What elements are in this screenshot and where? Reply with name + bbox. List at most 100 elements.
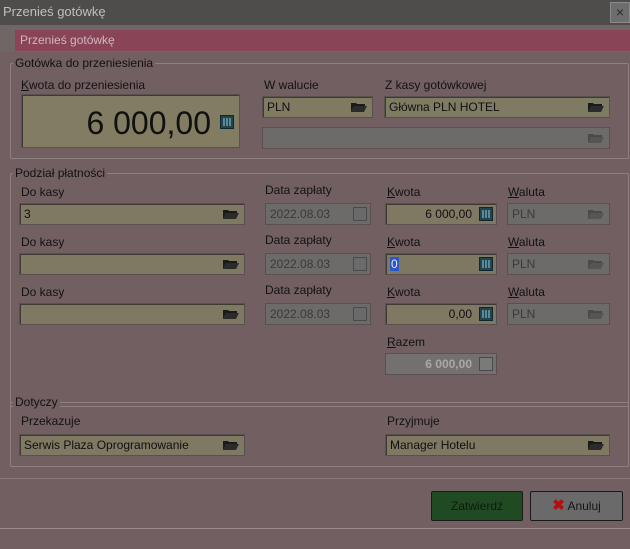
currency-label: W walucie xyxy=(264,78,319,92)
total-value: 6 000,00 xyxy=(425,357,472,371)
cancel-button[interactable]: ✖ Anuluj xyxy=(530,491,623,521)
close-icon: × xyxy=(615,4,625,20)
row3-waluta-hotkey: W xyxy=(508,285,519,299)
amount-field[interactable]: 6 000,00 xyxy=(21,94,240,148)
row2-waluta-label: Waluta xyxy=(508,235,545,249)
row3-waluta-field: PLN xyxy=(507,303,610,325)
row2-kwota-label: Kwota xyxy=(387,235,420,249)
row2-kasa-field[interactable] xyxy=(19,253,245,275)
row2-date-field: 2022.08.03 xyxy=(265,253,371,275)
row1-kasa-field[interactable]: 3 xyxy=(19,203,245,225)
row1-kwota-label: Kwota xyxy=(387,185,420,199)
row2-kasa-label: Do kasy xyxy=(21,235,65,249)
row1-waluta-hotkey: W xyxy=(508,185,519,199)
row1-date-label: Data zapłaty xyxy=(265,183,332,197)
window-title: Przenieś gotówkę xyxy=(3,4,106,19)
total-label-hotkey: R xyxy=(387,335,396,349)
folder-disabled-icon xyxy=(588,210,604,219)
folder-open-icon[interactable] xyxy=(223,259,239,269)
row3-kasa-label: Do kasy xyxy=(21,285,65,299)
from-field[interactable]: Serwis Plaza Oprogramowanie xyxy=(19,434,245,456)
footer-separator xyxy=(0,478,630,479)
amount-value: 6 000,00 xyxy=(86,105,211,141)
header-title: Przenieś gotówkę xyxy=(20,33,115,47)
row3-date-field: 2022.08.03 xyxy=(265,303,371,325)
row1-kwota-value: 6 000,00 xyxy=(425,207,472,221)
total-label-rest: azem xyxy=(395,335,426,349)
folder-disabled-icon xyxy=(588,310,604,319)
confirm-button[interactable]: Zatwierdź xyxy=(431,491,523,521)
row2-date-label: Data zapłaty xyxy=(265,233,332,247)
row1-waluta-field: PLN xyxy=(507,203,610,225)
window-titlebar: Przenieś gotówkę × xyxy=(0,0,630,25)
row2-kwota-hotkey: K xyxy=(387,235,396,249)
row3-waluta-label: Waluta xyxy=(508,285,545,299)
calculator-disabled-icon xyxy=(479,357,493,371)
row1-kwota-hotkey: K xyxy=(387,185,396,199)
calculator-icon[interactable] xyxy=(220,115,234,129)
cash-detail-field xyxy=(262,127,610,149)
row2-kwota-rest: wota xyxy=(395,235,421,249)
row2-waluta-value: PLN xyxy=(512,257,536,271)
calendar-icon xyxy=(353,207,367,221)
row1-date-field: 2022.08.03 xyxy=(265,203,371,225)
row3-date-label: Data zapłaty xyxy=(265,283,332,297)
from-label: Przekazuje xyxy=(21,414,81,428)
row2-kwota-field[interactable]: 0 xyxy=(385,253,497,275)
calculator-icon[interactable] xyxy=(479,207,493,221)
folder-open-icon[interactable] xyxy=(223,209,239,219)
row1-waluta-rest: aluta xyxy=(518,185,545,199)
confirm-label: Zatwierdź xyxy=(450,499,503,513)
folder-open-icon[interactable] xyxy=(588,440,604,450)
cancel-icon: ✖ xyxy=(552,497,565,514)
amount-label-hotkey: K xyxy=(21,78,30,92)
amount-label: Kwota do przeniesienia xyxy=(21,78,145,92)
row1-date-value: 2022.08.03 xyxy=(270,207,331,221)
concerns-legend: Dotyczy xyxy=(13,395,60,409)
row3-kwota-label: Kwota xyxy=(387,285,420,299)
header-bar: Przenieś gotówkę xyxy=(15,30,630,51)
calendar-icon xyxy=(353,307,367,321)
row1-kwota-field[interactable]: 6 000,00 xyxy=(385,203,497,225)
to-field[interactable]: Manager Hotelu xyxy=(385,434,610,456)
row3-date-value: 2022.08.03 xyxy=(270,307,331,321)
row3-kwota-rest: wota xyxy=(395,285,421,299)
total-field: 6 000,00 xyxy=(385,353,497,375)
row1-kasa-value: 3 xyxy=(24,207,31,221)
bottom-separator xyxy=(0,528,630,529)
transfer-legend: Gotówka do przeniesienia xyxy=(13,56,156,70)
row3-kasa-field[interactable] xyxy=(19,303,245,325)
calendar-icon xyxy=(353,257,367,271)
folder-open-icon[interactable] xyxy=(223,309,239,319)
currency-field[interactable]: PLN xyxy=(262,96,373,118)
row2-kwota-value: 0 xyxy=(390,257,399,271)
cash-field[interactable]: Główna PLN HOTEL xyxy=(384,96,610,118)
to-label: Przyjmuje xyxy=(387,414,440,428)
row1-waluta-value: PLN xyxy=(512,207,536,221)
folder-open-icon[interactable] xyxy=(351,102,367,112)
amount-label-rest: wota do przeniesienia xyxy=(29,78,146,92)
split-legend: Podział płatności xyxy=(13,166,108,180)
folder-disabled-icon xyxy=(588,134,604,143)
row1-kasa-label: Do kasy xyxy=(21,185,65,199)
calculator-icon[interactable] xyxy=(479,307,493,321)
folder-open-icon[interactable] xyxy=(588,102,604,112)
currency-value: PLN xyxy=(267,100,291,114)
cash-value: Główna PLN HOTEL xyxy=(389,100,500,114)
row3-kwota-hotkey: K xyxy=(387,285,396,299)
header-strip: Przenieś gotówkę xyxy=(0,25,630,52)
row3-kwota-field[interactable]: 0,00 xyxy=(385,303,497,325)
row1-kwota-rest: wota xyxy=(395,185,421,199)
row1-waluta-label: Waluta xyxy=(508,185,545,199)
calculator-icon[interactable] xyxy=(479,257,493,271)
row3-waluta-value: PLN xyxy=(512,307,536,321)
folder-disabled-icon xyxy=(588,260,604,269)
row2-waluta-field: PLN xyxy=(507,253,610,275)
cash-label: Z kasy gotówkowej xyxy=(385,78,487,92)
row3-kwota-value: 0,00 xyxy=(448,307,472,321)
cancel-label: Anuluj xyxy=(567,499,601,513)
folder-open-icon[interactable] xyxy=(223,440,239,450)
close-button[interactable]: × xyxy=(610,2,630,23)
row2-date-value: 2022.08.03 xyxy=(270,257,331,271)
row3-waluta-rest: aluta xyxy=(518,285,545,299)
